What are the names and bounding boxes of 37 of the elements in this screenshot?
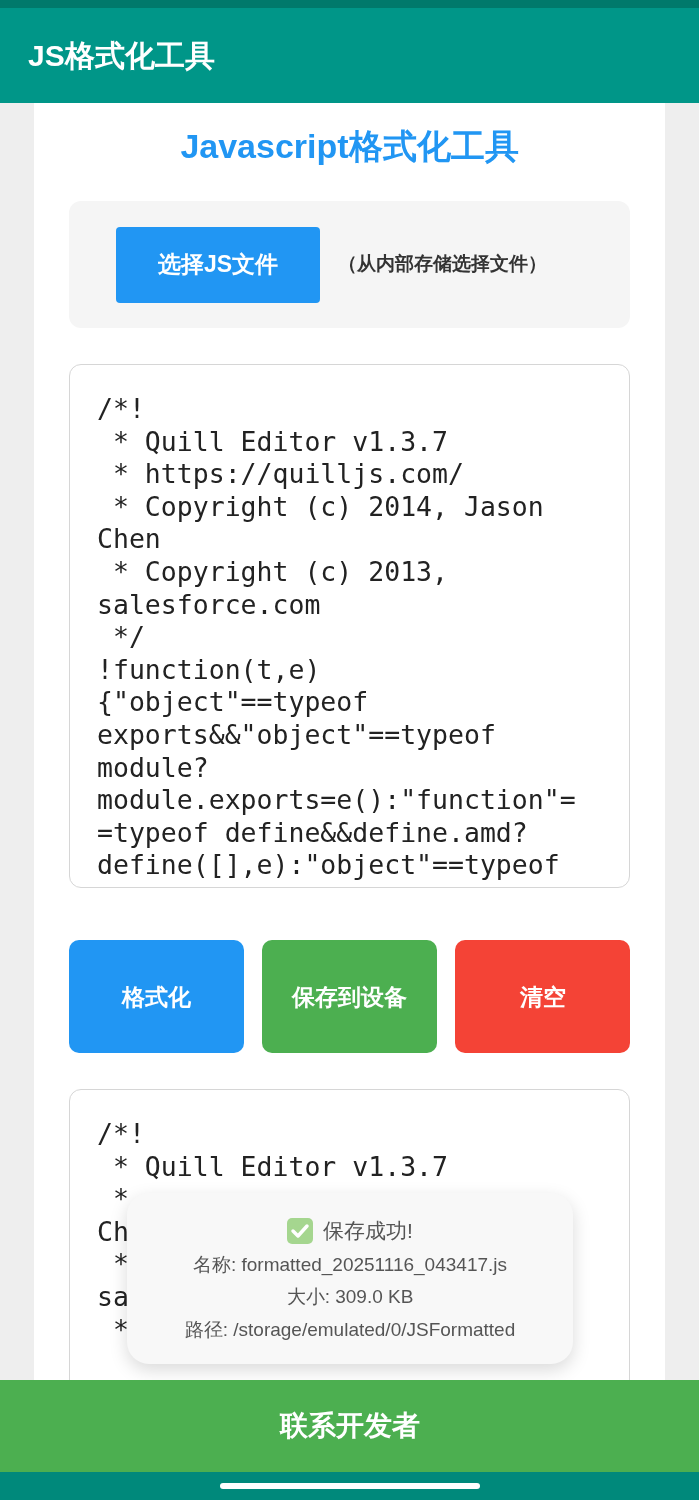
code-line: /*! [97,393,145,426]
input-code-field[interactable] [69,364,630,888]
code-line: * Copyright (c) 2013, [111,555,448,589]
code-line: */ [111,621,145,654]
app-title: JS格式化工具 [28,38,215,74]
code-line: * Quill Editor v1.3.7 [111,1150,448,1184]
action-button[interactable]: 保存到设备 [262,940,437,1053]
code-line: define([],e):"object"==typeof [97,849,560,882]
code-line: sa [97,1280,129,1314]
code-line: salesforce.com [97,588,321,622]
code-line: * [111,1248,129,1281]
code-line: /*! [97,1118,145,1151]
action-button[interactable]: 清空 [455,940,630,1053]
toast-line: 名称: formatted_20251116_043417.js [192,1252,508,1278]
code-line: * [111,1183,129,1216]
action-button[interactable]: 格式化 [69,940,244,1053]
code-line: =typeof define&&define.amd? [97,816,528,850]
code-line: * Quill Editor v1.3.7 [111,425,448,459]
file-hint: （从内部存储选择文件） [338,252,547,277]
code-line: Chen [97,523,161,556]
code-line: * Copyright (c) 2014, Jason [111,490,544,524]
code-line: * [111,1313,129,1347]
code-line: Ch [97,1215,129,1249]
code-line: {"object"==typeof [97,686,369,719]
check-icon [287,1217,314,1244]
code-line: * https://quilljs.com/ [111,458,464,491]
code-line: module.exports=e():"function"= [97,784,576,817]
code-line: !function(t,e) [97,653,321,687]
choose-file-button[interactable]: 选择JS文件 [116,226,320,303]
code-line: module? [97,751,209,785]
toast-title: 保存成功! [323,1218,413,1244]
toast-line: 路径: /storage/emulated/0/JSFormatted [184,1317,516,1342]
page-title: Javascript格式化工具 [180,127,519,165]
contact-developer-button[interactable]: 联系开发者 [273,1404,426,1448]
toast-line: 大小: 309.0 KB [286,1285,414,1309]
home-handle[interactable] [219,1483,480,1489]
code-line: exports&&"object"==typeof [97,718,496,752]
